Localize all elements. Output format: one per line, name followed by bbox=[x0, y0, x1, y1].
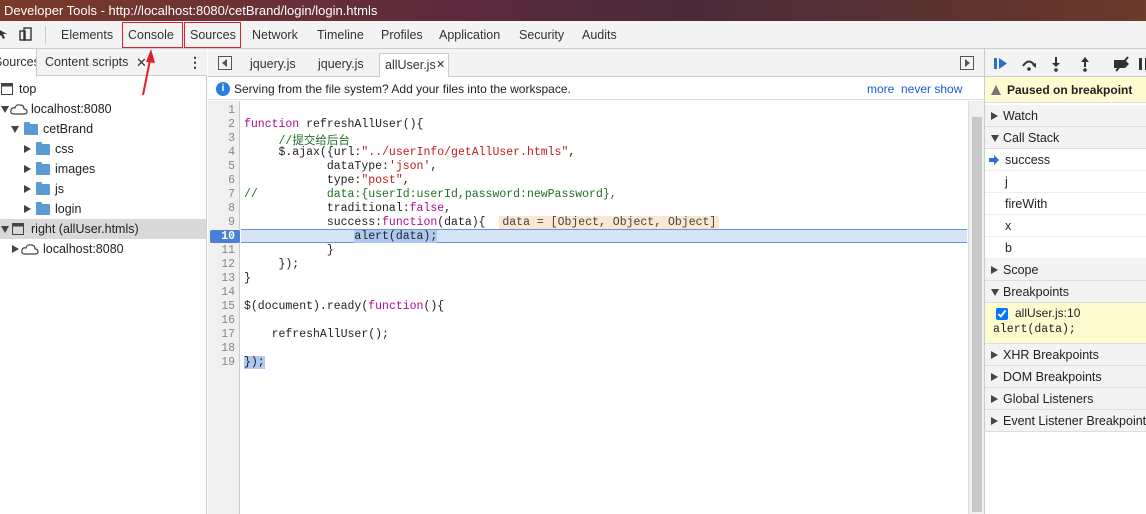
section-dom-breakpoints[interactable]: DOM Breakpoints bbox=[985, 366, 1146, 388]
breakpoint-checkbox[interactable] bbox=[996, 308, 1008, 320]
warning-icon bbox=[991, 85, 1001, 95]
expand-arrow-icon bbox=[991, 395, 998, 403]
code-line-8: traditional:false, bbox=[244, 202, 452, 215]
line-number: 18 bbox=[221, 342, 235, 355]
resume-icon[interactable] bbox=[993, 56, 1009, 72]
line-number: 15 bbox=[221, 300, 235, 313]
editor-tab-jquery-2[interactable]: jquery.js bbox=[314, 53, 368, 77]
toggle-navigator-icon[interactable] bbox=[218, 56, 232, 70]
section-global-listeners[interactable]: Global Listeners bbox=[985, 388, 1146, 410]
code-line-15: $(document).ready(function(){ bbox=[244, 300, 445, 313]
toggle-debugger-icon[interactable] bbox=[960, 56, 974, 70]
call-frame-current[interactable]: success bbox=[985, 149, 1146, 171]
line-number: 7 bbox=[228, 188, 235, 201]
breakpoint-item: allUser.js:10 alert(data); bbox=[985, 303, 1146, 344]
line-number: 19 bbox=[221, 356, 235, 369]
expand-arrow-icon bbox=[991, 351, 998, 359]
section-scope[interactable]: Scope bbox=[985, 259, 1146, 281]
infobar-message: Serving from the file system? Add your f… bbox=[234, 82, 571, 96]
line-number: 1 bbox=[228, 104, 235, 117]
line-number: 11 bbox=[221, 244, 235, 257]
code-line-12: }); bbox=[244, 258, 300, 271]
code-line-6: type:"post", bbox=[244, 174, 410, 187]
call-frame-label: success bbox=[1005, 153, 1051, 167]
section-event-listener-breakpoints[interactable]: Event Listener Breakpoints bbox=[985, 410, 1146, 432]
section-label: Global Listeners bbox=[1003, 392, 1094, 406]
debugger-toolbar bbox=[985, 49, 1146, 77]
step-over-icon[interactable] bbox=[1021, 56, 1037, 72]
close-tab-icon[interactable]: ✕ bbox=[436, 54, 445, 76]
line-number-gutter[interactable]: 1 2 3 4 5 6 7 8 9 10 11 12 13 14 15 16 1… bbox=[208, 101, 240, 514]
never-show-link[interactable]: never show bbox=[901, 78, 962, 100]
section-watch[interactable]: Watch bbox=[985, 105, 1146, 127]
editor-tabs: jquery.js jquery.js allUser.js ✕ bbox=[208, 49, 984, 77]
line-number: 14 bbox=[221, 286, 235, 299]
more-link[interactable]: more bbox=[867, 78, 894, 100]
editor-scrollbar[interactable] bbox=[968, 101, 984, 514]
deactivate-breakpoints-icon[interactable] bbox=[1113, 56, 1131, 72]
section-breakpoints[interactable]: Breakpoints bbox=[985, 281, 1146, 303]
section-call-stack[interactable]: Call Stack bbox=[985, 127, 1146, 149]
editor-tab-label: allUser.js bbox=[385, 58, 436, 72]
expand-arrow-icon bbox=[991, 417, 998, 425]
info-icon: i bbox=[216, 82, 230, 96]
step-out-icon[interactable] bbox=[1079, 56, 1091, 72]
editor-tab-alluser[interactable]: allUser.js ✕ bbox=[379, 53, 449, 77]
step-into-icon[interactable] bbox=[1050, 56, 1062, 72]
section-label: DOM Breakpoints bbox=[1003, 370, 1102, 384]
section-xhr-breakpoints[interactable]: XHR Breakpoints bbox=[985, 344, 1146, 366]
line-number: 4 bbox=[228, 146, 235, 159]
code-line-11: } bbox=[244, 244, 334, 257]
call-frame[interactable]: fireWith bbox=[985, 193, 1146, 215]
line-number: 2 bbox=[228, 118, 235, 131]
code-area[interactable]: function refreshAllUser(){ //提交给后台 $.aja… bbox=[241, 101, 967, 514]
collapse-arrow-icon bbox=[991, 289, 999, 296]
expand-arrow-icon bbox=[991, 112, 998, 120]
section-label: Call Stack bbox=[1003, 131, 1060, 145]
section-label: Scope bbox=[1003, 263, 1039, 277]
code-line-5: dataType:'json', bbox=[244, 160, 438, 173]
expand-arrow-icon bbox=[991, 266, 998, 274]
workspace-infobar: i Serving from the file system? Add your… bbox=[208, 78, 984, 100]
paused-banner: Paused on breakpoint bbox=[985, 77, 1146, 103]
code-line-13: } bbox=[244, 272, 251, 285]
debugger-sidebar: Paused on breakpoint Watch Call Stack su… bbox=[984, 49, 1146, 514]
section-label: Watch bbox=[1003, 109, 1038, 123]
code-line-10: alert(data); bbox=[354, 230, 438, 243]
line-number-current: 10 bbox=[221, 230, 235, 243]
current-frame-arrow-icon bbox=[989, 155, 999, 165]
code-line-17: refreshAllUser(); bbox=[244, 328, 389, 341]
line-number: 13 bbox=[221, 272, 235, 285]
code-line-19: }); bbox=[244, 356, 265, 369]
section-label: XHR Breakpoints bbox=[1003, 348, 1099, 362]
line-number: 3 bbox=[228, 132, 235, 145]
editor-pane: jquery.js jquery.js allUser.js ✕ i Servi… bbox=[208, 49, 984, 514]
collapse-arrow-icon bbox=[991, 135, 999, 142]
line-number: 12 bbox=[221, 258, 235, 271]
breakpoint-location[interactable]: allUser.js:10 bbox=[1015, 306, 1080, 320]
code-line-9: success:function(data){ data = [Object, … bbox=[244, 216, 720, 229]
call-frame[interactable]: b bbox=[985, 237, 1146, 259]
code-line-4: $.ajax({url:"../userInfo/getAllUser.html… bbox=[244, 146, 576, 159]
scrollbar-thumb[interactable] bbox=[972, 117, 982, 512]
expand-arrow-icon bbox=[991, 373, 998, 381]
inline-value-badge: data = [Object, Object, Object] bbox=[499, 216, 720, 229]
editor-tab-jquery-1[interactable]: jquery.js bbox=[246, 53, 300, 77]
line-number: 6 bbox=[228, 174, 235, 187]
line-number: 16 bbox=[221, 314, 235, 327]
code-line-2: function refreshAllUser(){ bbox=[244, 118, 424, 131]
line-number: 17 bbox=[221, 328, 235, 341]
section-label: Event Listener Breakpoints bbox=[1003, 414, 1146, 428]
section-label: Breakpoints bbox=[1003, 285, 1070, 299]
pause-on-exceptions-icon[interactable] bbox=[1137, 56, 1146, 72]
line-number: 8 bbox=[228, 202, 235, 215]
call-frame[interactable]: j bbox=[985, 171, 1146, 193]
breakpoint-code: alert(data); bbox=[993, 323, 1076, 336]
arrow-to-console bbox=[142, 49, 155, 96]
code-line-7: // data:{userId:userId,password:newPassw… bbox=[244, 188, 617, 201]
paused-message: Paused on breakpoint bbox=[1007, 83, 1133, 97]
line-number: 5 bbox=[228, 160, 235, 173]
call-frame[interactable]: x bbox=[985, 215, 1146, 237]
line-number: 9 bbox=[228, 216, 235, 229]
